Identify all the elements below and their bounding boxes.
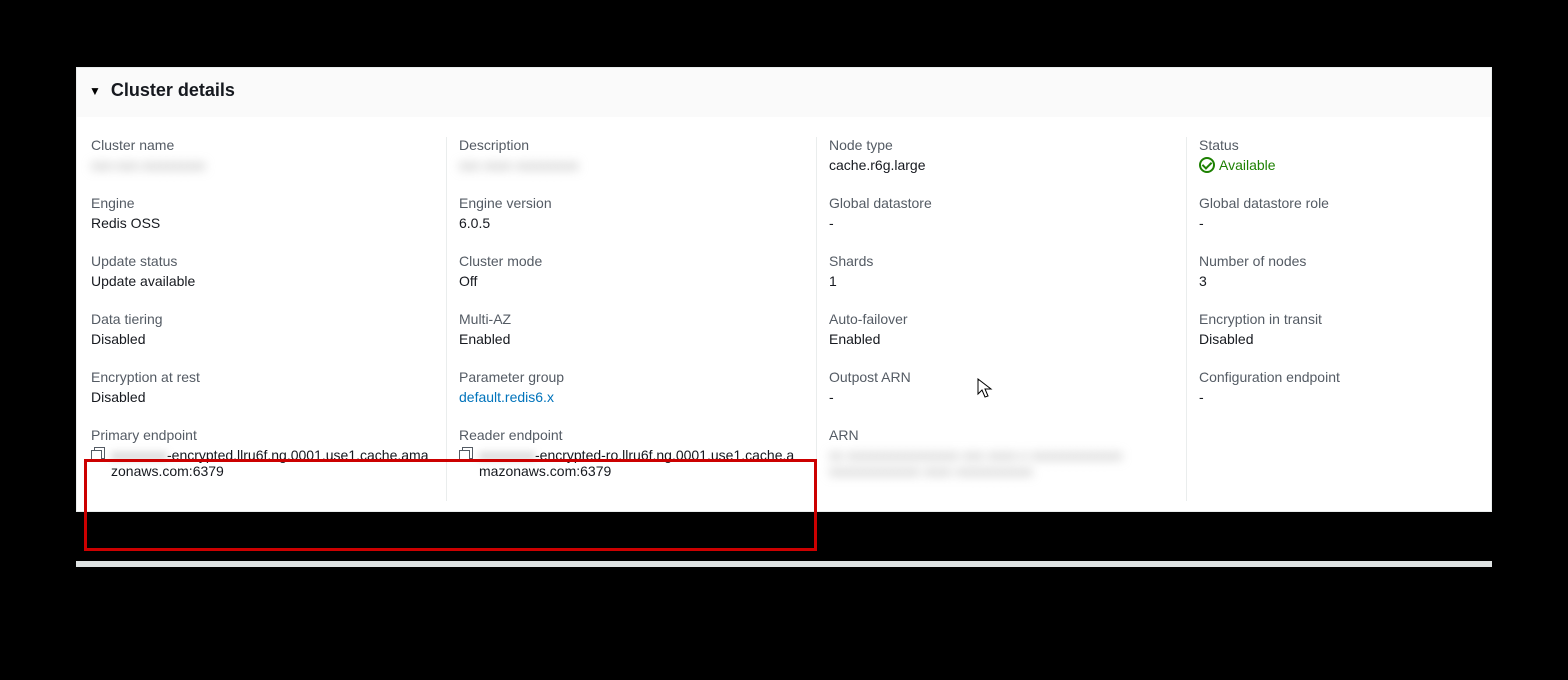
encryption-at-rest-label: Encryption at rest <box>91 369 434 385</box>
number-of-nodes-label: Number of nodes <box>1199 253 1473 269</box>
engine-field: Engine Redis OSS <box>91 195 434 231</box>
arn-label: ARN <box>829 427 1174 443</box>
node-type-label: Node type <box>829 137 1174 153</box>
engine-version-value: 6.0.5 <box>459 215 804 231</box>
outpost-arn-field: Outpost ARN - <box>829 369 1174 405</box>
engine-version-field: Engine version 6.0.5 <box>459 195 804 231</box>
arn-value: xx xxxxxxxxxxxxxxxx xxx xxxx-x xxxxxxxxx… <box>829 447 1174 479</box>
reader-endpoint-value: xxxxxxxx-encrypted-ro.llru6f.ng.0001.use… <box>459 447 804 479</box>
node-type-value: cache.r6g.large <box>829 157 1174 173</box>
shards-value: 1 <box>829 273 1174 289</box>
arn-field: ARN xx xxxxxxxxxxxxxxxx xxx xxxx-x xxxxx… <box>829 427 1174 479</box>
cluster-name-field: Cluster name xxx-xxx-xxxxxxxxx <box>91 137 434 173</box>
panel-header[interactable]: ▼ Cluster details <box>77 68 1491 117</box>
cluster-details-panel: ▼ Cluster details Cluster name xxx-xxx-x… <box>76 67 1492 512</box>
update-status-label: Update status <box>91 253 434 269</box>
column-3: Node type cache.r6g.large Global datasto… <box>817 137 1187 501</box>
number-of-nodes-field: Number of nodes 3 <box>1199 253 1473 289</box>
description-label: Description <box>459 137 804 153</box>
cluster-mode-value: Off <box>459 273 804 289</box>
configuration-endpoint-value: - <box>1199 389 1473 405</box>
auto-failover-value: Enabled <box>829 331 1174 347</box>
data-tiering-label: Data tiering <box>91 311 434 327</box>
description-field: Description xxx xxxx xxxxxxxxx <box>459 137 804 173</box>
encryption-at-rest-value: Disabled <box>91 389 434 405</box>
parameter-group-field: Parameter group default.redis6.x <box>459 369 804 405</box>
check-circle-icon <box>1199 157 1215 173</box>
panel-body: Cluster name xxx-xxx-xxxxxxxxx Engine Re… <box>77 117 1491 511</box>
shards-field: Shards 1 <box>829 253 1174 289</box>
number-of-nodes-value: 3 <box>1199 273 1473 289</box>
status-field: Status Available <box>1199 137 1473 173</box>
description-value: xxx xxxx xxxxxxxxx <box>459 157 804 173</box>
engine-value: Redis OSS <box>91 215 434 231</box>
global-datastore-role-value: - <box>1199 215 1473 231</box>
copy-icon[interactable] <box>91 447 105 461</box>
global-datastore-label: Global datastore <box>829 195 1174 211</box>
outpost-arn-label: Outpost ARN <box>829 369 1174 385</box>
update-status-value: Update available <box>91 273 434 289</box>
data-tiering-field: Data tiering Disabled <box>91 311 434 347</box>
configuration-endpoint-field: Configuration endpoint - <box>1199 369 1473 405</box>
encryption-in-transit-value: Disabled <box>1199 331 1473 347</box>
global-datastore-value: - <box>829 215 1174 231</box>
column-2: Description xxx xxxx xxxxxxxxx Engine ve… <box>447 137 817 501</box>
parameter-group-link[interactable]: default.redis6.x <box>459 389 554 405</box>
column-4: Status Available Global datastore role -… <box>1187 137 1487 501</box>
update-status-field: Update status Update available <box>91 253 434 289</box>
column-1: Cluster name xxx-xxx-xxxxxxxxx Engine Re… <box>77 137 447 501</box>
global-datastore-field: Global datastore - <box>829 195 1174 231</box>
parameter-group-value: default.redis6.x <box>459 389 804 405</box>
copy-icon[interactable] <box>459 447 473 461</box>
global-datastore-role-field: Global datastore role - <box>1199 195 1473 231</box>
encryption-in-transit-label: Encryption in transit <box>1199 311 1473 327</box>
shards-label: Shards <box>829 253 1174 269</box>
collapse-icon: ▼ <box>89 84 101 98</box>
cluster-name-value: xxx-xxx-xxxxxxxxx <box>91 157 434 173</box>
reader-endpoint-field: Reader endpoint xxxxxxxx-encrypted-ro.ll… <box>459 427 804 479</box>
multi-az-field: Multi-AZ Enabled <box>459 311 804 347</box>
multi-az-label: Multi-AZ <box>459 311 804 327</box>
status-label: Status <box>1199 137 1473 153</box>
status-value: Available <box>1199 157 1473 173</box>
primary-endpoint-label: Primary endpoint <box>91 427 434 443</box>
panel-title: Cluster details <box>111 80 235 101</box>
auto-failover-field: Auto-failover Enabled <box>829 311 1174 347</box>
outpost-arn-value: - <box>829 389 1174 405</box>
footer-bar <box>76 561 1492 567</box>
engine-label: Engine <box>91 195 434 211</box>
cluster-mode-field: Cluster mode Off <box>459 253 804 289</box>
encryption-at-rest-field: Encryption at rest Disabled <box>91 369 434 405</box>
engine-version-label: Engine version <box>459 195 804 211</box>
auto-failover-label: Auto-failover <box>829 311 1174 327</box>
parameter-group-label: Parameter group <box>459 369 804 385</box>
primary-endpoint-value: xxxxxxxx-encrypted.llru6f.ng.0001.use1.c… <box>91 447 434 479</box>
configuration-endpoint-label: Configuration endpoint <box>1199 369 1473 385</box>
primary-endpoint-field: Primary endpoint xxxxxxxx-encrypted.llru… <box>91 427 434 479</box>
node-type-field: Node type cache.r6g.large <box>829 137 1174 173</box>
global-datastore-role-label: Global datastore role <box>1199 195 1473 211</box>
cluster-mode-label: Cluster mode <box>459 253 804 269</box>
cluster-name-label: Cluster name <box>91 137 434 153</box>
encryption-in-transit-field: Encryption in transit Disabled <box>1199 311 1473 347</box>
reader-endpoint-label: Reader endpoint <box>459 427 804 443</box>
data-tiering-value: Disabled <box>91 331 434 347</box>
multi-az-value: Enabled <box>459 331 804 347</box>
